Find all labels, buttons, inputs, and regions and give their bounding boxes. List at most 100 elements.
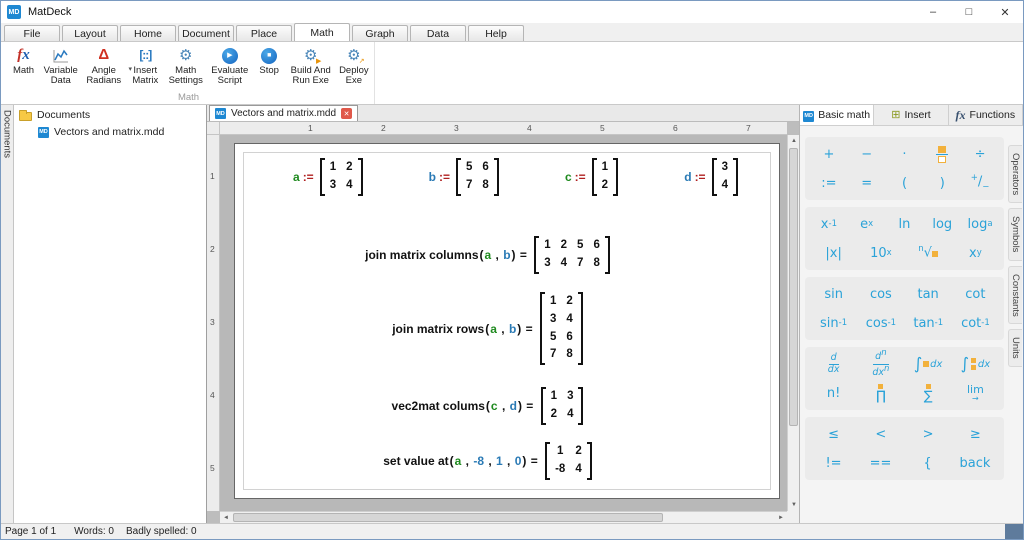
resize-grip[interactable]: [1005, 524, 1023, 539]
status-page: Page 1 of 1: [5, 526, 57, 537]
minimize-button[interactable]: –: [915, 1, 951, 23]
panel-tab-functions[interactable]: fx Functions: [948, 105, 1023, 125]
brace-button[interactable]: {: [913, 453, 943, 473]
definition-b: b:= 5 6 7 8: [429, 158, 502, 196]
ribbon-button-deploy-exe[interactable]: ⚙ ↗ Deploy Exe: [336, 45, 372, 88]
menu-tab-graph[interactable]: Graph: [352, 25, 408, 41]
less-than-button[interactable]: <: [866, 424, 896, 444]
ribbon-button-angle-radians[interactable]: Δ Angle Radians ▾: [81, 45, 132, 88]
factorial-button[interactable]: n!: [819, 383, 849, 403]
tan-button[interactable]: tan: [913, 284, 943, 304]
arcsin-button[interactable]: sin -1: [819, 313, 849, 333]
gear-icon: ⚙: [179, 47, 193, 64]
panel-tab-insert[interactable]: ⊞ Insert: [874, 105, 949, 125]
plus-minus-button[interactable]: +/−: [965, 173, 995, 193]
ribbon-button-insert-matrix[interactable]: [::] Insert Matrix: [126, 45, 165, 88]
ten-power-x-button[interactable]: 10 x: [866, 243, 896, 263]
panel-tab-basic-math[interactable]: MD Basic math: [800, 105, 875, 125]
absolute-value-button[interactable]: |x|: [819, 243, 849, 263]
horizontal-scroll-thumb[interactable]: [233, 513, 663, 522]
equals-button[interactable]: =: [852, 173, 882, 193]
less-equal-button[interactable]: ≤: [819, 424, 849, 444]
arccos-button[interactable]: cos -1: [866, 313, 896, 333]
paren-open-button[interactable]: (: [889, 173, 919, 193]
left-dock-tab[interactable]: Documents: [1, 105, 14, 523]
log-button[interactable]: log: [927, 214, 957, 234]
limit-button[interactable]: lim →: [960, 383, 990, 403]
x-power-y-button[interactable]: xy: [960, 243, 990, 263]
arccot-button[interactable]: cot -1: [960, 313, 990, 333]
menu-tab-data[interactable]: Data: [410, 25, 466, 41]
assign-operator: :=: [302, 169, 314, 184]
sin-button[interactable]: sin: [819, 284, 849, 304]
vertical-scroll-thumb[interactable]: [789, 148, 798, 426]
natural-log-button[interactable]: ln: [889, 214, 919, 234]
arctan-button[interactable]: tan -1: [913, 313, 943, 333]
ruler-number: 2: [381, 123, 386, 133]
derivative-icon: d dx: [827, 351, 840, 375]
e-power-x-button[interactable]: ex: [852, 214, 882, 234]
cos-button[interactable]: cos: [866, 284, 896, 304]
close-tab-icon[interactable]: ✕: [341, 108, 353, 119]
menu-tab-home[interactable]: Home: [120, 25, 176, 41]
horizontal-scrollbar[interactable]: ◄ ►: [220, 511, 787, 523]
back-button[interactable]: back: [960, 453, 991, 473]
tree-item-vectors-and-matrix-mdd[interactable]: MD Vectors and matrix.mdd: [14, 124, 206, 140]
nth-derivative-button[interactable]: dn dxn: [866, 349, 896, 377]
greater-equal-button[interactable]: ≥: [960, 424, 990, 444]
multiply-dot-button[interactable]: ·: [889, 144, 919, 164]
menu-tab-place[interactable]: Place: [236, 25, 292, 41]
cot-button[interactable]: cot: [960, 284, 990, 304]
matrix-icon: [::]: [139, 47, 152, 62]
ribbon-button-evaluate-script[interactable]: ▶ Evaluate Script: [207, 45, 253, 88]
equal-equal-button[interactable]: ==: [866, 453, 896, 473]
menu-tab-file[interactable]: File: [4, 25, 60, 41]
ribbon-button-stop[interactable]: ■ Stop: [253, 45, 286, 77]
nth-root-button[interactable]: n√: [913, 243, 943, 263]
side-tab-symbols[interactable]: Symbols: [1008, 208, 1022, 261]
menu-tab-help[interactable]: Help: [468, 25, 524, 41]
matrix-cell: 7: [466, 178, 473, 191]
log-base-a-button[interactable]: log a: [965, 214, 995, 234]
product-button[interactable]: ∏: [866, 383, 896, 403]
argument: c: [490, 398, 498, 413]
sum-button[interactable]: ∑: [913, 383, 943, 403]
side-tab-constants[interactable]: Constants: [1008, 265, 1022, 325]
ribbon-button-math-settings[interactable]: ⚙ Math Settings: [165, 45, 207, 88]
tree-items: MD Vectors and matrix.mdd: [14, 124, 206, 140]
matrix-cell: 1: [550, 390, 558, 402]
matrix: 34: [711, 158, 738, 196]
assign-button[interactable]: :=: [814, 173, 844, 193]
nth-derivative-icon: dn dxn: [872, 348, 890, 378]
tree-root-documents[interactable]: Documents: [14, 105, 206, 124]
x-inverse-button[interactable]: x -1: [814, 214, 844, 234]
document-tab[interactable]: MD Vectors and matrix.mdd ✕: [209, 105, 359, 121]
derivative-button[interactable]: d dx: [819, 351, 849, 375]
matrix-cell: 8: [593, 256, 600, 269]
divide-button[interactable]: ÷: [965, 144, 995, 164]
close-button[interactable]: ✕: [987, 1, 1023, 23]
fraction-button[interactable]: [927, 144, 957, 164]
not-equal-button[interactable]: !=: [819, 453, 849, 473]
menu-tab-document[interactable]: Document: [178, 25, 234, 41]
minus-button[interactable]: −: [852, 144, 882, 164]
plus-button[interactable]: +: [814, 144, 844, 164]
documents-panel: Documents MD Vectors and matrix.mdd: [14, 105, 207, 523]
menu-tab-layout[interactable]: Layout: [62, 25, 118, 41]
variable-name: b: [428, 169, 436, 184]
integral-button[interactable]: ∫ dx: [913, 354, 943, 374]
side-tab-units[interactable]: Units: [1008, 329, 1022, 368]
side-tab-operators[interactable]: Operators: [1008, 145, 1022, 204]
maximize-button[interactable]: □: [951, 1, 987, 23]
page[interactable]: a:= 1 2 3 4 b:= 5 6 7 8 c:= 1 2 d:= 3 4 join matrix col…: [234, 143, 780, 499]
greater-than-button[interactable]: >: [913, 424, 943, 444]
ribbon-button-variable-data[interactable]: Variable Data: [40, 45, 81, 88]
delta-icon: Δ: [98, 46, 110, 64]
menu-tab-math[interactable]: Math: [294, 23, 350, 41]
definite-integral-button[interactable]: ∫ dx: [960, 354, 991, 374]
vertical-scrollbar[interactable]: ▲ ▼: [787, 135, 799, 511]
ribbon-button-build-and-run-exe[interactable]: ⚙ ▶ Build And Run Exe: [286, 45, 336, 88]
paren-close-button[interactable]: ): [927, 173, 957, 193]
matrix-cell: 4: [560, 256, 568, 269]
ribbon-button-math[interactable]: fx Math: [7, 45, 40, 77]
